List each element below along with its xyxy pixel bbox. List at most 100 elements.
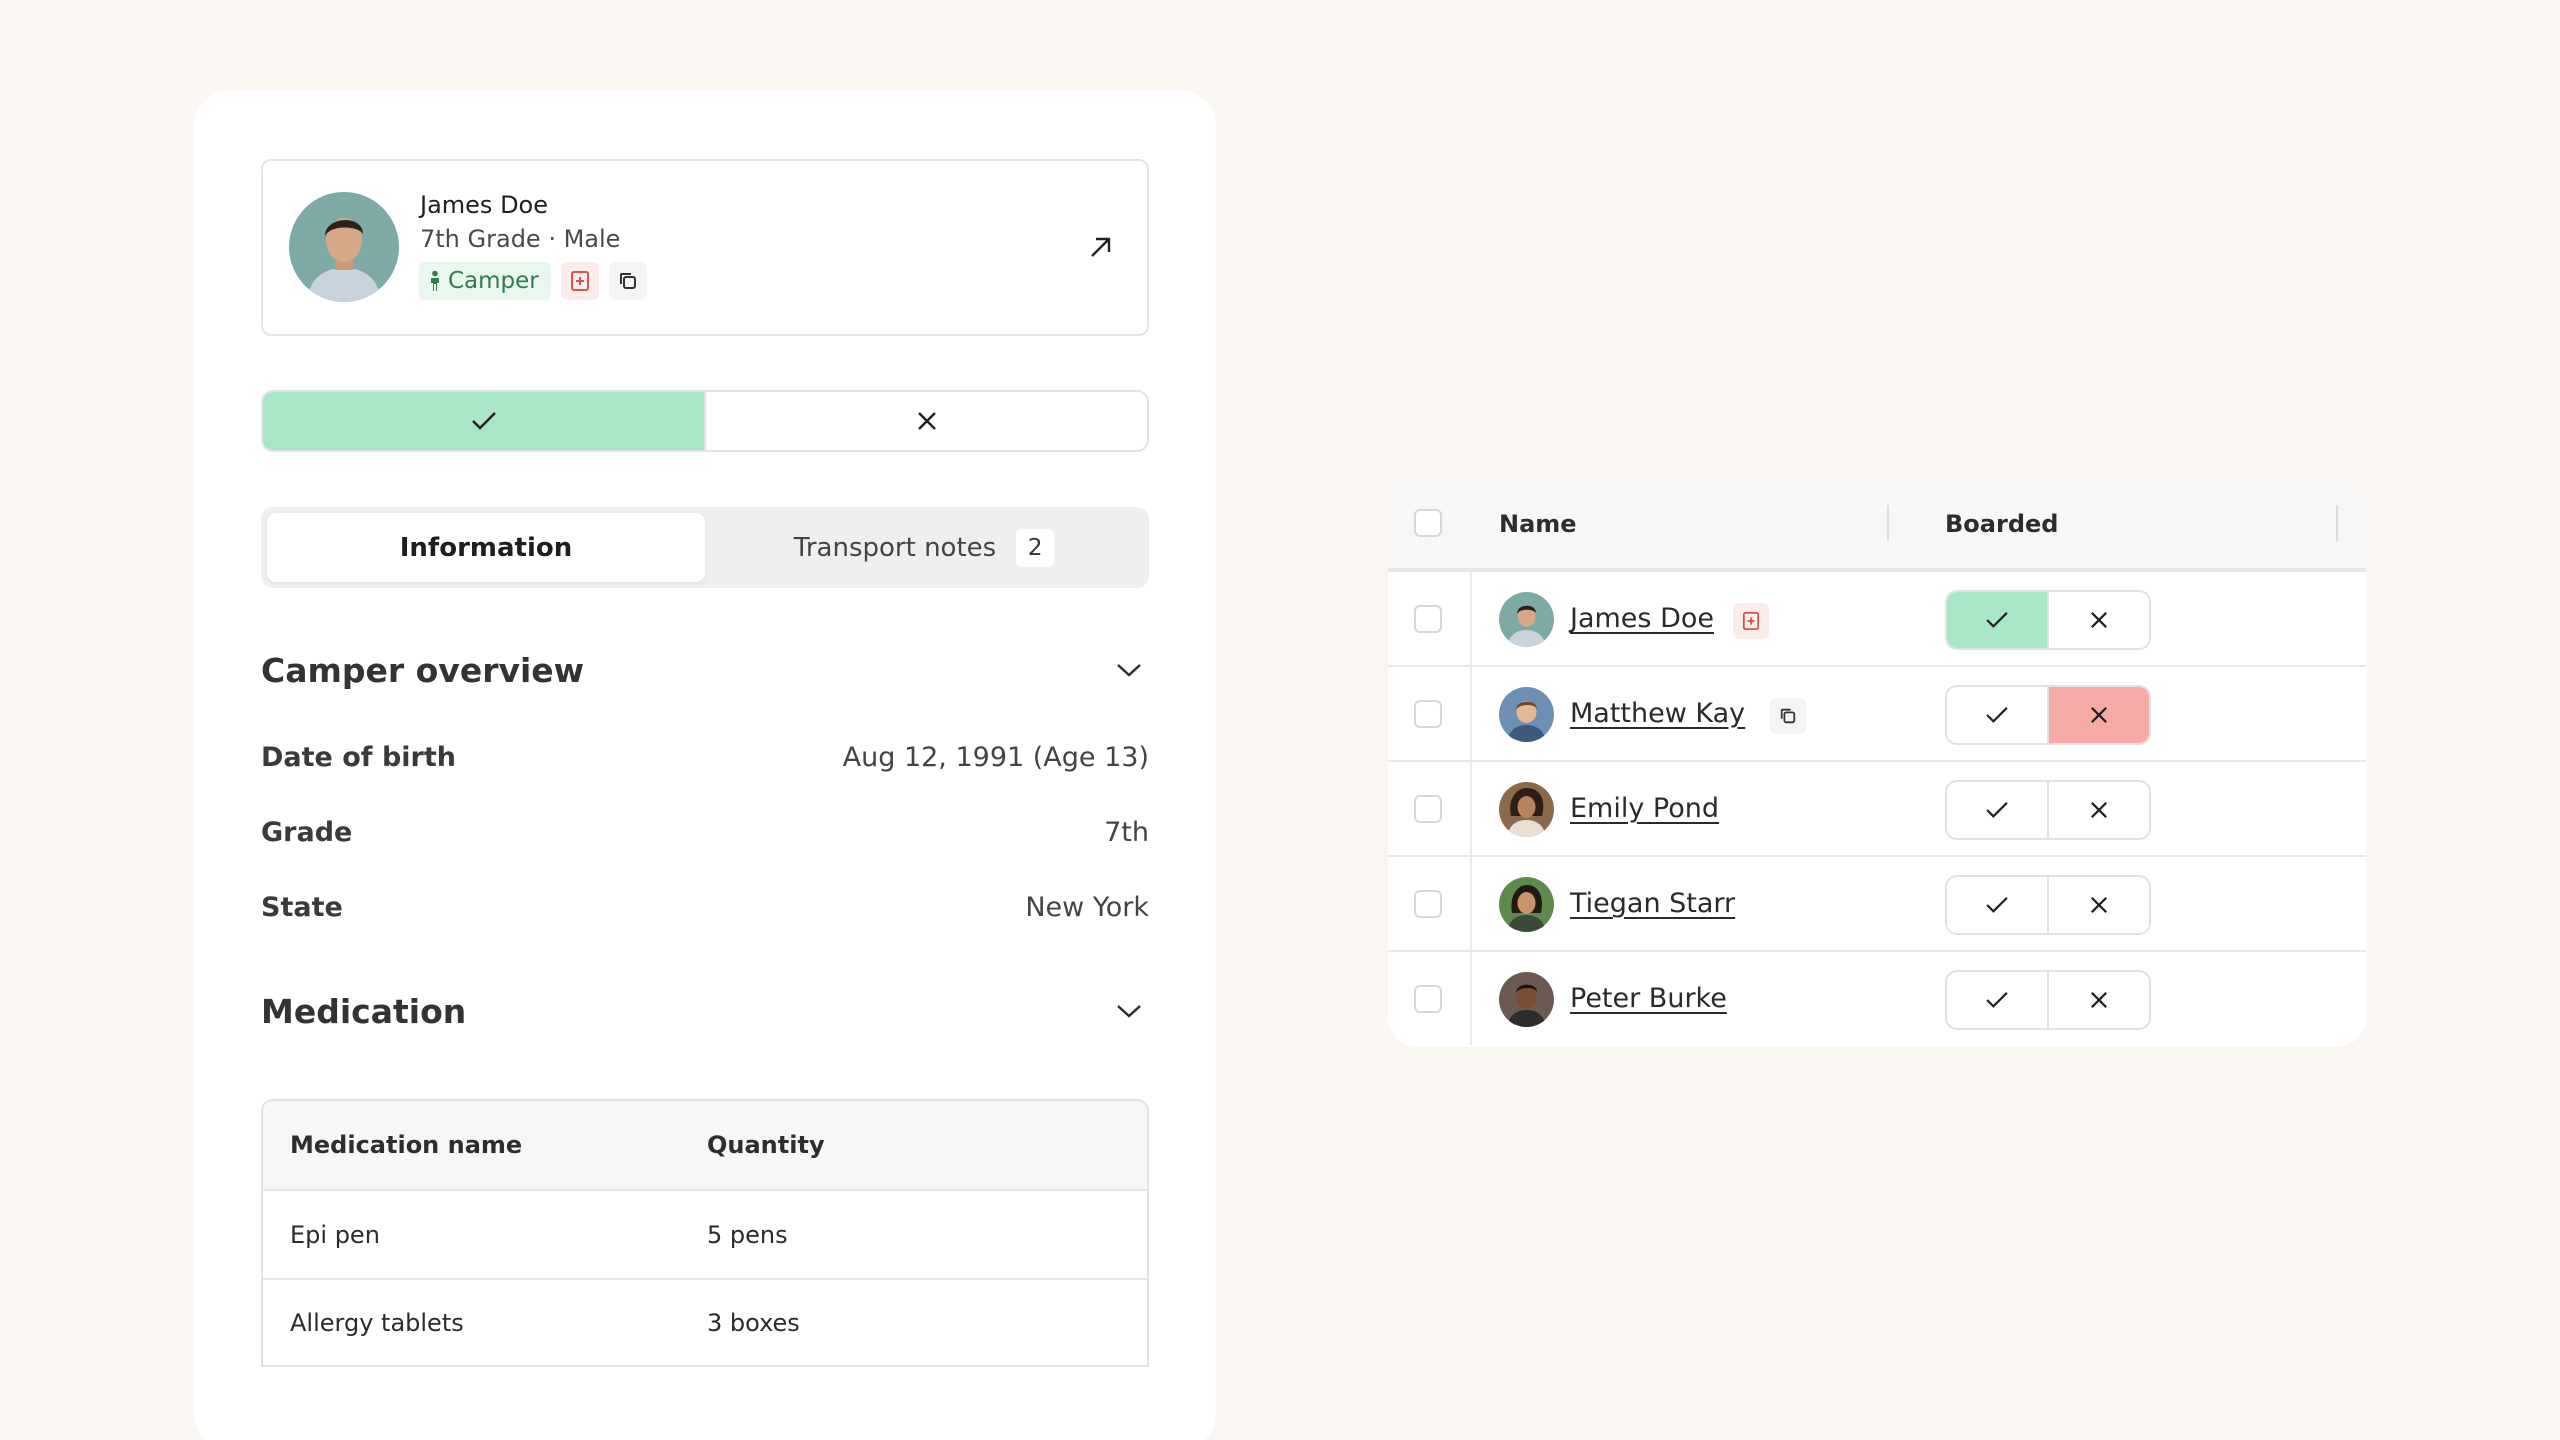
column-resize-handle[interactable] (1887, 505, 1889, 541)
boarded-no-button[interactable] (2047, 592, 2149, 648)
section-title: Medication (261, 991, 467, 1031)
boarded-no-button[interactable] (2047, 782, 2149, 838)
tab-label: Transport notes (793, 532, 997, 563)
boarded-toggle (1945, 875, 2151, 935)
table-row: Epi pen 5 pens (263, 1189, 1147, 1278)
check-icon (1986, 992, 2008, 1008)
camper-name-link[interactable]: Tiegan Starr (1570, 888, 1735, 919)
count-badge: 2 (1016, 528, 1055, 567)
table-row: Peter Burke (1388, 950, 2366, 1045)
avatar (1499, 972, 1554, 1027)
avatar (289, 192, 399, 302)
boarded-yes-button[interactable] (1947, 972, 2047, 1028)
detail-tabs: Information Transport notes 2 (261, 507, 1149, 588)
boarded-toggle (1945, 970, 2151, 1030)
table-cell: 5 pens (707, 1220, 788, 1249)
medication-table: Medication name Quantity Epi pen 5 pens … (261, 1099, 1149, 1367)
tab-label: Information (399, 532, 573, 563)
arrow-up-right-icon (1091, 237, 1111, 257)
chevron-down-icon[interactable] (1109, 991, 1149, 1031)
check-icon (1986, 897, 2008, 913)
row-checkbox[interactable] (1414, 700, 1442, 728)
medical-icon[interactable] (1733, 603, 1769, 639)
boarding-table: Name Boarded James Doe Matthew Kay Emily… (1388, 478, 2366, 1047)
camper-name-link[interactable]: James Doe (1570, 603, 1714, 634)
close-icon (2091, 897, 2107, 913)
column-divider (1470, 857, 1472, 950)
column-divider (1470, 572, 1472, 665)
boarded-toggle (1945, 685, 2151, 745)
camper-name-link[interactable]: Peter Burke (1570, 983, 1727, 1014)
field-date-of-birth: Date of birth Aug 12, 1991 (Age 13) (261, 742, 1149, 773)
medication-header[interactable]: Medication (261, 987, 1149, 1035)
column-header-name[interactable]: Name (1499, 510, 1577, 538)
boarded-yes-button[interactable] (263, 392, 704, 450)
avatar (1499, 877, 1554, 932)
row-checkbox[interactable] (1414, 795, 1442, 823)
check-icon (1986, 802, 2008, 818)
check-icon (1986, 612, 2008, 628)
table-cell: Allergy tablets (290, 1308, 464, 1337)
table-cell: Epi pen (290, 1220, 380, 1249)
chevron-down-icon[interactable] (1109, 650, 1149, 690)
row-checkbox[interactable] (1414, 890, 1442, 918)
check-icon (471, 412, 496, 430)
boarded-yes-button[interactable] (1947, 592, 2047, 648)
close-icon (2091, 612, 2107, 628)
field-label: Date of birth (261, 742, 456, 773)
column-resize-handle[interactable] (2336, 505, 2338, 541)
table-cell: 3 boxes (707, 1308, 800, 1337)
camper-detail-card: James Doe 7th Grade · Male Camper Inform… (194, 90, 1216, 1440)
field-grade: Grade 7th (261, 817, 1149, 848)
tab-transport-notes[interactable]: Transport notes 2 (705, 513, 1143, 582)
tab-information[interactable]: Information (267, 513, 705, 582)
field-label: Grade (261, 817, 353, 848)
field-value: 7th (1104, 817, 1149, 848)
camper-name-link[interactable]: Emily Pond (1570, 793, 1719, 824)
avatar (1499, 782, 1554, 837)
field-value: New York (1025, 892, 1149, 923)
table-header: Name Boarded (1388, 478, 2366, 570)
camper-name: James Doe (420, 191, 548, 219)
boarded-yes-button[interactable] (1947, 782, 2047, 838)
camper-tag: Camper (419, 262, 551, 300)
camper-overview-header[interactable]: Camper overview (261, 646, 1149, 694)
copy-icon[interactable] (608, 262, 647, 300)
row-checkbox[interactable] (1414, 605, 1442, 633)
avatar (1499, 687, 1554, 742)
column-divider (1470, 667, 1472, 760)
boarded-no-button[interactable] (2047, 972, 2149, 1028)
boarded-no-button[interactable] (704, 392, 1147, 450)
row-checkbox[interactable] (1414, 985, 1442, 1013)
close-icon (2091, 707, 2107, 723)
column-header-boarded[interactable]: Boarded (1945, 510, 2058, 538)
boarded-toggle (1945, 780, 2151, 840)
field-value: Aug 12, 1991 (Age 13) (842, 742, 1149, 773)
boarded-no-button[interactable] (2047, 687, 2149, 743)
table-row: James Doe (1388, 570, 2366, 665)
field-state: State New York (261, 892, 1149, 923)
close-icon (2091, 802, 2107, 818)
table-header: Medication name Quantity (263, 1101, 1147, 1189)
close-icon (2091, 992, 2107, 1008)
open-external-button[interactable] (1081, 227, 1121, 267)
medical-icon[interactable] (560, 262, 599, 300)
camper-name-link[interactable]: Matthew Kay (1570, 698, 1745, 729)
camper-tags: Camper (419, 262, 647, 300)
person-icon (428, 270, 442, 292)
avatar (1499, 592, 1554, 647)
camper-grade-gender: 7th Grade · Male (420, 225, 621, 253)
boarded-yes-button[interactable] (1947, 877, 2047, 933)
boarded-yes-button[interactable] (1947, 687, 2047, 743)
column-divider (1470, 952, 1472, 1045)
column-header: Quantity (707, 1131, 825, 1159)
column-header: Medication name (290, 1131, 523, 1159)
boarded-no-button[interactable] (2047, 877, 2149, 933)
column-divider (1470, 762, 1472, 855)
copy-icon[interactable] (1770, 698, 1806, 734)
section-title: Camper overview (261, 650, 585, 690)
check-icon (1986, 707, 2008, 723)
camper-profile-card: James Doe 7th Grade · Male Camper (261, 159, 1149, 336)
select-all-checkbox[interactable] (1414, 509, 1442, 537)
table-row: Allergy tablets 3 boxes (263, 1278, 1147, 1367)
